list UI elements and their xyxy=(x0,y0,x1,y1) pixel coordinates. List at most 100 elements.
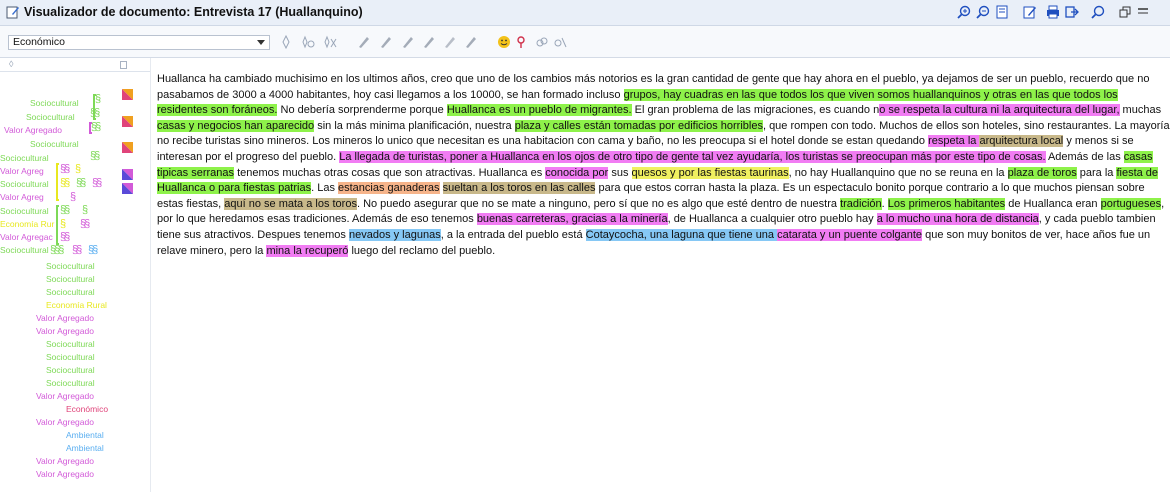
flag-icon[interactable] xyxy=(122,89,133,100)
highlighter-icon[interactable] xyxy=(442,34,458,50)
text-run: , no hay Huallanquino que no se reuna en… xyxy=(788,166,1008,179)
margin-code-label[interactable]: Economía Rur xyxy=(0,219,54,229)
margin-code-label[interactable]: Valor Agregado xyxy=(36,469,94,479)
emoticon-icon[interactable] xyxy=(496,34,512,50)
restore-window-icon[interactable] xyxy=(1116,3,1134,21)
text-run: . No puedo asegurar que no se mate a nin… xyxy=(356,197,841,210)
margin-code-label[interactable]: Económico xyxy=(66,404,108,414)
code-link-mark: § xyxy=(70,191,76,203)
margin-code-label[interactable]: Sociocultural xyxy=(0,245,49,255)
code-select[interactable]: Económico xyxy=(8,35,270,50)
coded-quotation[interactable]: aquí no se mata a los toros xyxy=(224,197,357,210)
coded-quotation[interactable]: conocida por xyxy=(545,166,609,179)
coded-quotation[interactable]: casas y negocios han aparecido xyxy=(157,119,315,132)
margin-code-label[interactable]: Valor Agregado xyxy=(4,125,62,135)
coded-quotation[interactable]: buenas carreteras, gracias a la minería xyxy=(476,213,668,226)
highlighter-icon[interactable] xyxy=(400,34,416,50)
coded-quotation[interactable]: mina la recuperó xyxy=(266,244,349,257)
margin-code-label[interactable]: Sociocultural xyxy=(46,261,95,271)
margin-code-label[interactable]: Sociocultural xyxy=(46,339,95,349)
margin-code-label[interactable]: Sociocultural xyxy=(46,352,95,362)
coded-quotation[interactable]: portugueses xyxy=(1100,197,1162,210)
margin-code-label[interactable]: Ambiental xyxy=(66,430,104,440)
coded-quotation[interactable]: Huallanca es un pueblo de migrantes. xyxy=(446,104,632,117)
margin-code-label[interactable]: Sociocultural xyxy=(0,153,49,163)
page-icon[interactable] xyxy=(120,61,127,69)
code-bracket[interactable] xyxy=(56,163,59,201)
flag-icon[interactable] xyxy=(122,169,133,180)
margin-code-label[interactable]: Valor Agregac xyxy=(0,232,53,242)
coded-quotation[interactable]: sueltan a los toros en las calles xyxy=(442,182,596,195)
code-margin: Sociocultural Sociocultural Valor Agrega… xyxy=(0,72,150,492)
coded-quotation[interactable]: quesos y por las fiestas taurinas xyxy=(631,166,789,179)
fit-page-icon[interactable] xyxy=(993,3,1011,21)
coded-quotation[interactable]: La llegada de turistas, poner a Huallanc… xyxy=(339,150,1046,163)
highlighter-icon[interactable] xyxy=(421,34,437,50)
unlink-icon[interactable] xyxy=(552,34,568,50)
add-code-icon[interactable] xyxy=(278,34,294,50)
coded-quotation[interactable]: Los primeros habitantes xyxy=(887,197,1006,210)
code-link-mark: §§ xyxy=(60,177,70,189)
edit-icon[interactable] xyxy=(1021,3,1039,21)
coded-quotation[interactable]: plaza y calles están tomadas por edifici… xyxy=(514,119,763,132)
document-paragraph[interactable]: Huallanca ha cambiado muchisimo en los u… xyxy=(157,72,1170,259)
coded-quotation[interactable]: arquitectura local xyxy=(979,135,1064,148)
coded-quotation[interactable]: nevados y lagunas xyxy=(348,228,441,241)
margin-code-label[interactable]: Sociocultural xyxy=(30,98,79,108)
text-run: . xyxy=(881,197,888,210)
export-icon[interactable] xyxy=(1063,3,1081,21)
code-select-value: Económico xyxy=(13,36,65,48)
coded-quotation[interactable]: estancias ganaderas xyxy=(338,182,440,195)
margin-code-label[interactable]: Sociocultural xyxy=(46,287,95,297)
margin-code-label[interactable]: Sociocultural xyxy=(30,139,79,149)
document-text-area[interactable]: Huallanca ha cambiado muchisimo en los u… xyxy=(157,72,1170,492)
flag-icon[interactable] xyxy=(122,116,133,127)
margin-code-label[interactable]: Valor Agregado xyxy=(36,417,94,427)
code-bracket[interactable] xyxy=(56,205,59,245)
pin-icon[interactable] xyxy=(1134,3,1152,21)
margin-code-label[interactable]: Sociocultural xyxy=(0,179,49,189)
code-in-vivo-icon[interactable] xyxy=(300,34,316,50)
flag-icon[interactable] xyxy=(122,183,133,194)
text-run: . Las xyxy=(311,182,338,195)
margin-code-label[interactable]: Sociocultural xyxy=(0,206,49,216)
pin-icon[interactable] xyxy=(513,34,529,50)
text-run: sin la más minima planificación, nuestra xyxy=(314,119,515,132)
coded-quotation[interactable]: respeta la xyxy=(928,135,980,148)
coded-quotation[interactable]: tradición xyxy=(840,197,882,210)
margin-code-label[interactable]: Valor Agreg xyxy=(0,166,44,176)
highlighter-icon[interactable] xyxy=(378,34,394,50)
search-icon[interactable] xyxy=(1089,3,1107,21)
text-run: de Huallanca eran xyxy=(1005,197,1101,210)
margin-code-label[interactable]: Valor Agregado xyxy=(36,313,94,323)
highlighter-icon[interactable] xyxy=(356,34,372,50)
highlighter-icon[interactable] xyxy=(463,34,479,50)
zoom-in-icon[interactable] xyxy=(955,3,973,21)
coded-quotation[interactable]: a lo mucho una hora de distancia xyxy=(876,213,1039,226)
coded-quotation[interactable]: o se respeta la cultura ni la arquitectu… xyxy=(879,104,1120,117)
code-link-mark: §§ xyxy=(88,244,98,256)
margin-code-label[interactable]: Sociocultural xyxy=(46,365,95,375)
margin-code-label[interactable]: Sociocultural xyxy=(26,112,75,122)
code-link-mark: §§ xyxy=(92,177,102,189)
margin-code-label[interactable]: Ambiental xyxy=(66,443,104,453)
margin-code-label[interactable]: Valor Agregado xyxy=(36,326,94,336)
link-icon[interactable] xyxy=(534,34,550,50)
flag-icon[interactable] xyxy=(122,142,133,153)
margin-code-label[interactable]: Valor Agregado xyxy=(36,456,94,466)
remove-code-icon[interactable] xyxy=(322,34,338,50)
coded-quotation[interactable]: plaza de toros xyxy=(1007,166,1077,179)
print-icon[interactable] xyxy=(1044,3,1062,21)
margin-code-label[interactable]: Economía Rural xyxy=(46,300,107,310)
margin-code-label[interactable]: Valor Agregado xyxy=(36,391,94,401)
coded-quotation[interactable]: Cotaycocha, una laguna que tiene una xyxy=(585,228,778,241)
filter-symbol[interactable]: ◊ xyxy=(9,59,13,69)
text-run: sus xyxy=(608,166,632,179)
margin-code-label[interactable]: Sociocultural xyxy=(46,274,95,284)
coded-quotation[interactable]: catarata y un puente colgante xyxy=(777,228,923,241)
zoom-out-icon[interactable] xyxy=(974,3,992,21)
margin-code-label[interactable]: Valor Agreg xyxy=(0,192,44,202)
code-link-mark: §§ xyxy=(90,150,100,162)
code-link-mark: § xyxy=(60,218,66,230)
margin-code-label[interactable]: Sociocultural xyxy=(46,378,95,388)
